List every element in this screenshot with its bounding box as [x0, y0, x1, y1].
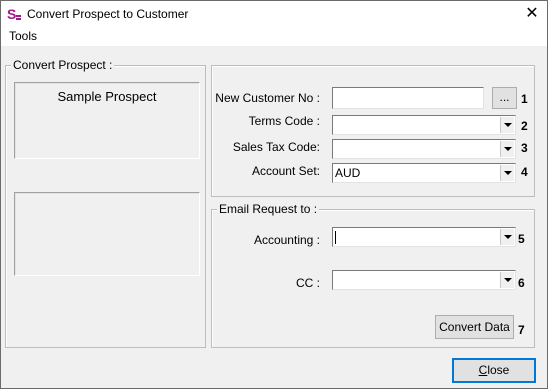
- terms-code-label: Terms Code :: [248, 114, 320, 128]
- sales-tax-code-label: Sales Tax Code:: [232, 140, 320, 154]
- account-set-select[interactable]: AUD: [332, 163, 516, 183]
- step-number-5: 5: [518, 232, 525, 246]
- menu-bar: Tools: [1, 28, 547, 46]
- terms-code-select[interactable]: [332, 115, 516, 135]
- text-cursor: [335, 231, 336, 244]
- browse-customer-button[interactable]: ...: [492, 87, 517, 109]
- accounting-label: Accounting :: [253, 233, 320, 247]
- window-title: Convert Prospect to Customer: [27, 7, 189, 21]
- account-set-value: AUD: [335, 166, 361, 180]
- svg-text:S: S: [7, 6, 16, 22]
- step-number-7: 7: [518, 323, 525, 337]
- email-request-group-title: Email Request to :: [217, 202, 320, 216]
- account-set-label: Account Set:: [251, 164, 320, 178]
- convert-prospect-group: Convert Prospect : Sample Prospect: [5, 58, 206, 348]
- step-number-4: 4: [521, 165, 528, 179]
- chevron-down-icon[interactable]: [500, 165, 514, 181]
- customer-fields-group: New Customer No : ... 1 Terms Code : 2 S…: [211, 65, 535, 197]
- step-number-1: 1: [521, 92, 528, 106]
- chevron-down-icon[interactable]: [500, 141, 514, 157]
- prospect-name: Sample Prospect: [57, 89, 157, 104]
- close-button[interactable]: Close: [452, 358, 536, 383]
- chevron-down-icon[interactable]: [500, 272, 514, 288]
- title-bar: S Convert Prospect to Customer ✕: [1, 1, 547, 28]
- new-customer-no-label: New Customer No :: [215, 91, 320, 105]
- chevron-down-icon[interactable]: [500, 117, 514, 133]
- dialog-window: S Convert Prospect to Customer ✕ Tools C…: [0, 0, 548, 389]
- chevron-down-icon[interactable]: [500, 229, 514, 245]
- step-number-3: 3: [521, 141, 528, 155]
- prospect-details-box: [14, 192, 200, 276]
- close-window-button[interactable]: ✕: [517, 1, 547, 28]
- prospect-name-box: Sample Prospect: [14, 82, 200, 159]
- menu-item-tools[interactable]: Tools: [9, 29, 37, 43]
- app-logo-icon: S: [7, 6, 21, 22]
- close-icon: ✕: [525, 5, 539, 22]
- step-number-6: 6: [518, 276, 525, 290]
- convert-data-button[interactable]: Convert Data: [435, 315, 514, 339]
- sales-tax-code-select[interactable]: [332, 139, 516, 159]
- email-request-group: Email Request to : Accounting : 5 CC : 6…: [211, 202, 535, 348]
- new-customer-no-field[interactable]: [332, 87, 484, 109]
- cc-label: CC :: [296, 276, 320, 290]
- close-label-rest: lose: [487, 363, 510, 377]
- convert-prospect-group-title: Convert Prospect :: [11, 58, 115, 72]
- accounting-select[interactable]: [332, 227, 516, 247]
- cc-select[interactable]: [332, 270, 516, 290]
- step-number-2: 2: [521, 119, 528, 133]
